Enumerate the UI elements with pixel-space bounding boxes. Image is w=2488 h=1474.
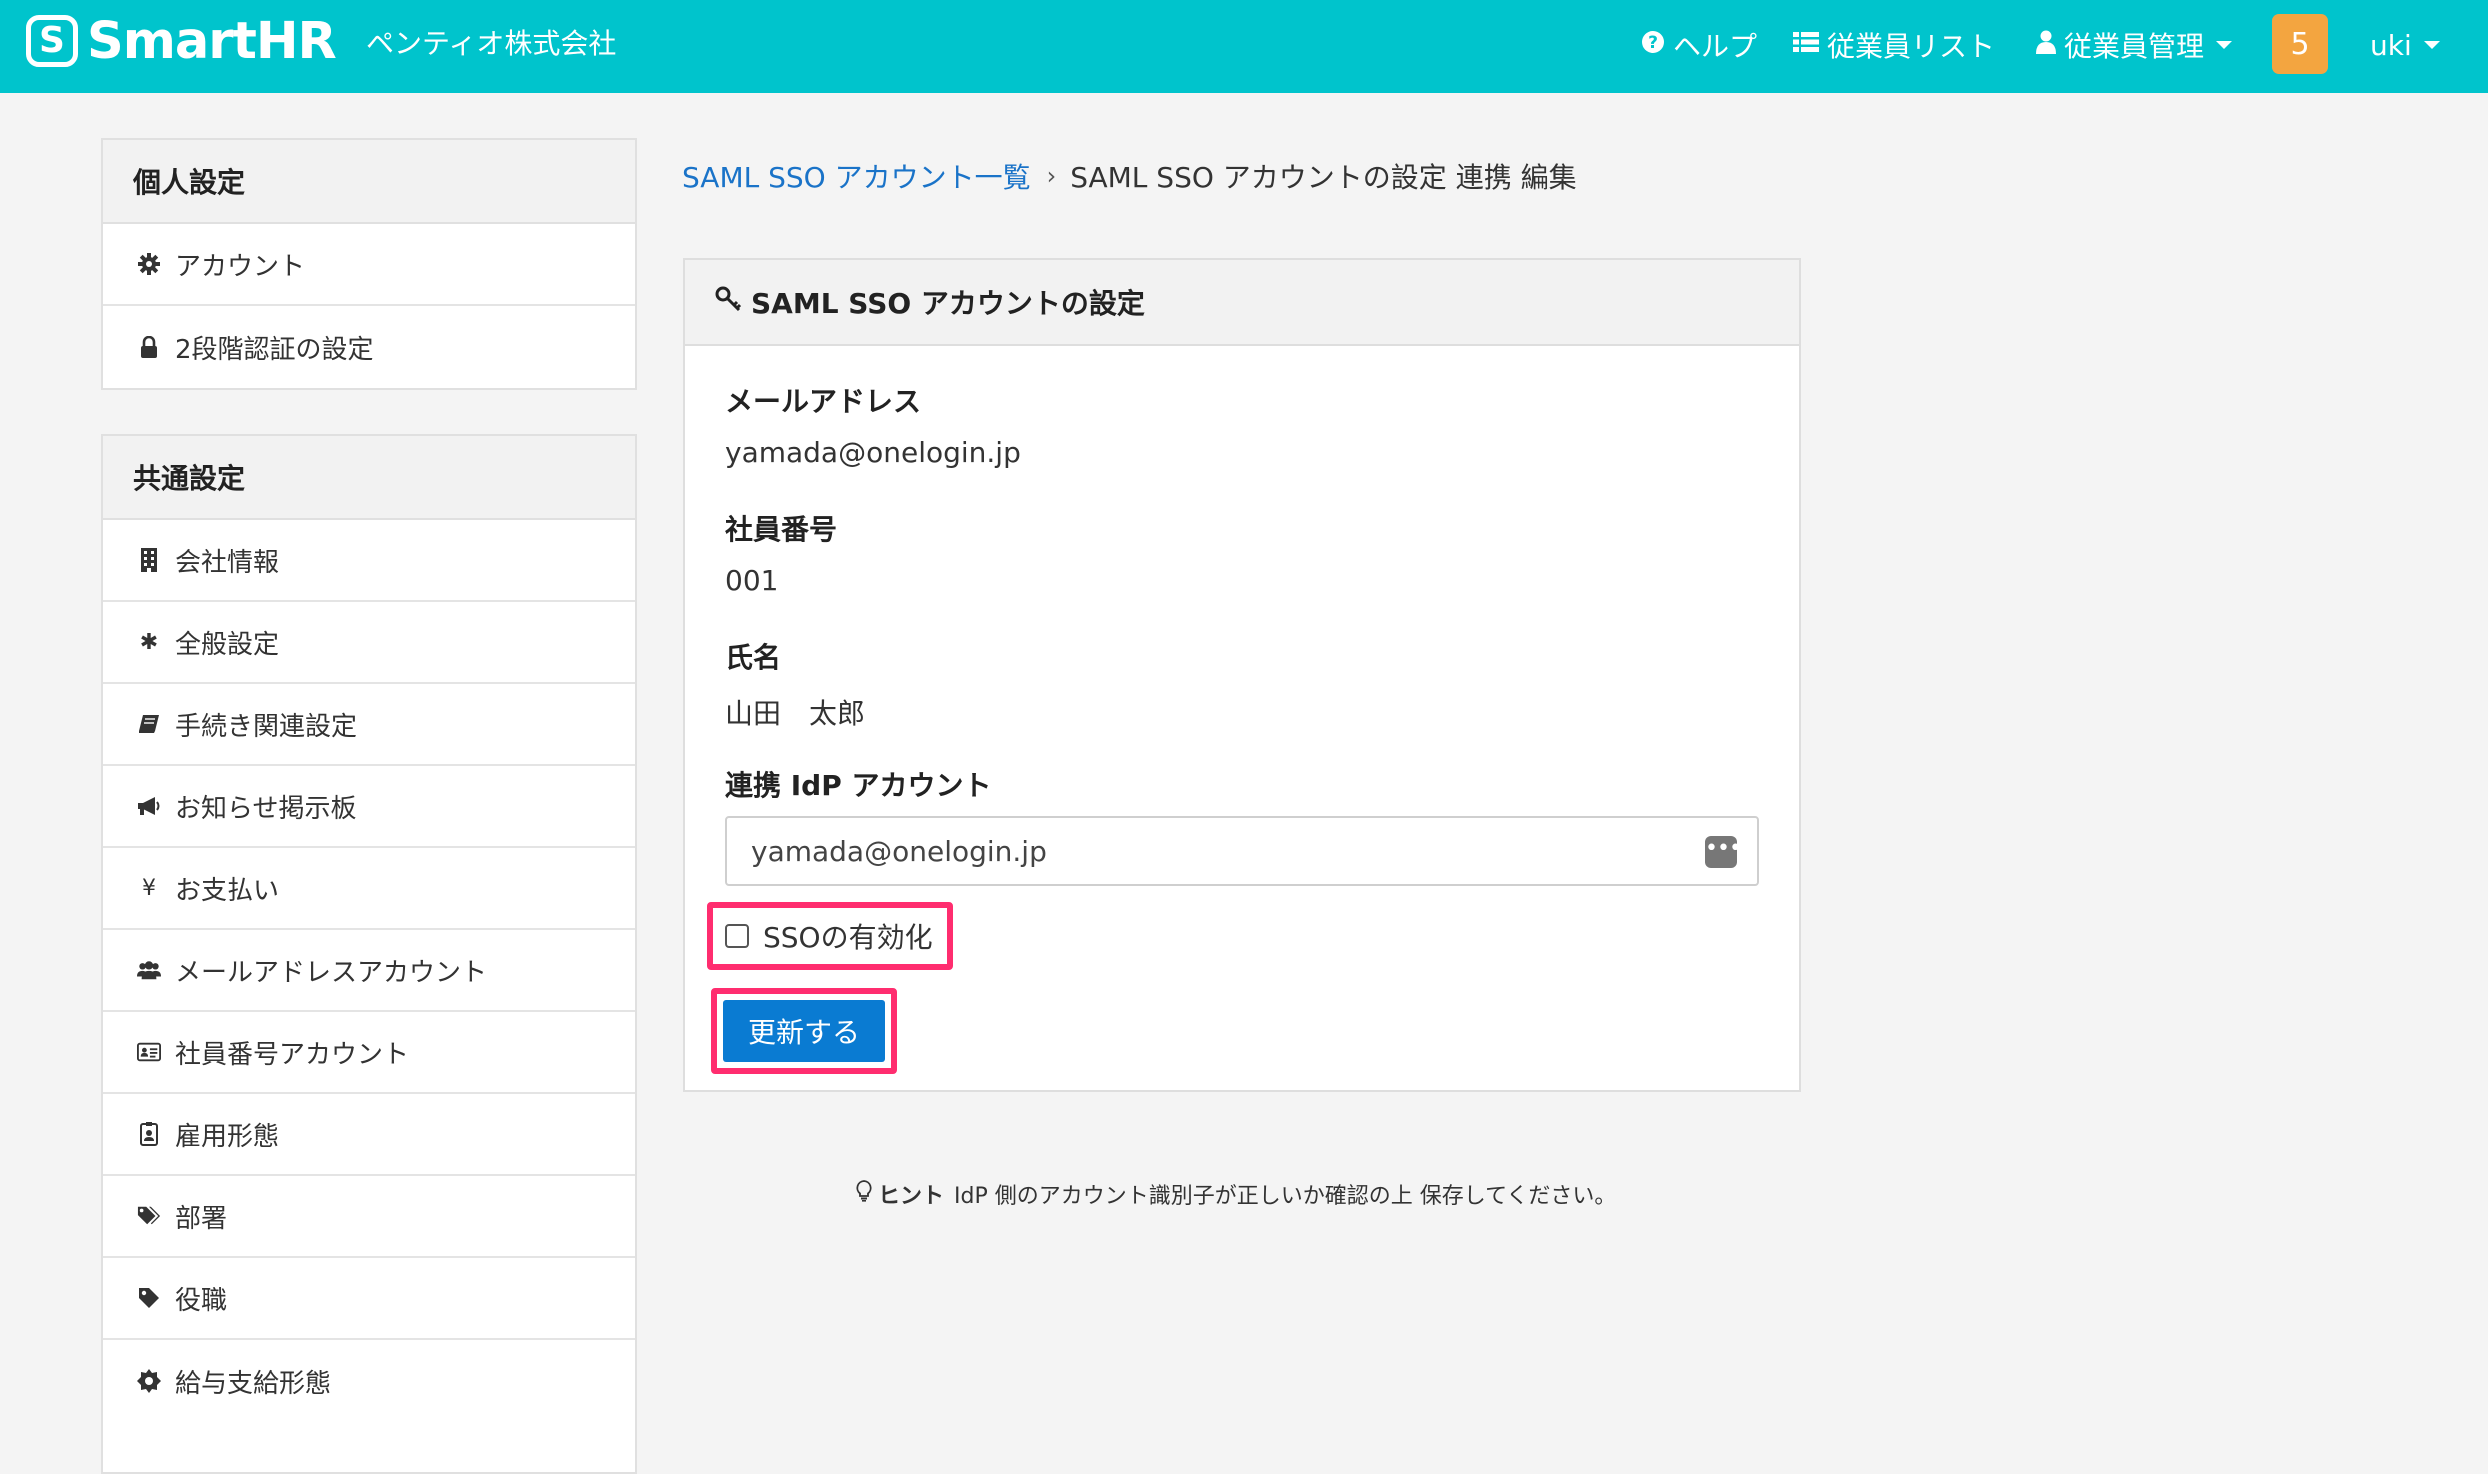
name-value: 山田 太郎 [725, 697, 866, 730]
sidebar-item-label: 2段階認証の設定 [175, 334, 374, 365]
sidebar-item-email-accounts[interactable]: メールアドレスアカウント [103, 930, 635, 1012]
idp-account-label: 連携 IdP アカウント [725, 769, 992, 802]
badge-icon [137, 1122, 161, 1146]
question-circle-icon: ? [1641, 30, 1665, 60]
building-icon [137, 548, 161, 572]
certificate-icon [137, 1369, 161, 1393]
sidebar-item-label: 手続き関連設定 [175, 711, 358, 742]
sidebar-item-employee-no-accounts[interactable]: 社員番号アカウント [103, 1012, 635, 1094]
update-button-highlight: 更新する [711, 988, 897, 1074]
user-name: uki [2370, 28, 2412, 62]
hint-title: ヒント [878, 1184, 945, 1209]
lightbulb-icon [856, 1180, 872, 1208]
sidebar-item-company-info[interactable]: 会社情報 [103, 520, 635, 602]
top-navbar: S SmartHR ペンティオ株式会社 ? ヘルプ 従業員リスト 従業員管理 5… [0, 0, 2488, 93]
employee-list-label: 従業員リスト [1827, 30, 1996, 63]
saml-settings-card: SAML SSO アカウントの設定 メールアドレス yamada@onelogi… [683, 258, 1801, 1092]
employee-list-link[interactable]: 従業員リスト [1793, 22, 1995, 68]
name-label: 氏名 [725, 641, 782, 674]
sidebar-item-department[interactable]: 部署 [103, 1176, 635, 1258]
sidebar-item-general[interactable]: ✱ 全般設定 [103, 602, 635, 684]
update-button[interactable]: 更新する [723, 1000, 885, 1062]
employee-admin-label: 従業員管理 [2064, 30, 2205, 63]
sidebar-item-label: 全般設定 [175, 629, 280, 660]
notification-badge[interactable]: 5 [2272, 14, 2328, 74]
sidebar-item-employment-type[interactable]: 雇用形態 [103, 1094, 635, 1176]
sso-enable-highlight: SSOの有効化 [707, 902, 953, 970]
list-icon [1793, 31, 1819, 59]
card-header: SAML SSO アカウントの設定 [685, 260, 1799, 346]
help-link[interactable]: ? ヘルプ [1641, 22, 1757, 68]
id-card-icon [137, 1040, 161, 1064]
hint-body: IdP 側のアカウント識別子が正しいか確認の上 保存してください。 [954, 1184, 1617, 1209]
employee-admin-dropdown[interactable]: 従業員管理 [2036, 22, 2233, 68]
sidebar-item-label: 雇用形態 [175, 1121, 280, 1152]
yen-icon: ¥ [142, 875, 156, 901]
chevron-down-icon [2216, 41, 2233, 49]
sidebar-item-payment[interactable]: ¥ お支払い [103, 848, 635, 930]
chevron-down-icon [2423, 41, 2440, 49]
common-settings-panel: 共通設定 会社情報 ✱ 全般設定 手続き関連設定 お知らせ掲示板 ¥ お支払い … [101, 434, 637, 1474]
sso-enable-checkbox[interactable] [725, 924, 749, 948]
sidebar-item-two-factor[interactable]: 2段階認証の設定 [103, 306, 635, 388]
svg-text:?: ? [1648, 33, 1658, 53]
users-icon [137, 958, 161, 982]
book-icon [137, 712, 161, 736]
tag-icon [137, 1286, 161, 1310]
sidebar-item-label: 役職 [175, 1285, 228, 1316]
company-name: ペンティオ株式会社 [366, 27, 617, 60]
breadcrumb-link-saml-list[interactable]: SAML SSO アカウント一覧 [682, 156, 1031, 196]
logo-text: SmartHR [87, 11, 337, 71]
common-settings-title: 共通設定 [103, 436, 635, 520]
sidebar-item-label: 部署 [175, 1203, 228, 1234]
sidebar-item-position[interactable]: 役職 [103, 1258, 635, 1340]
breadcrumb: SAML SSO アカウント一覧 › SAML SSO アカウントの設定 連携 … [682, 156, 1577, 196]
hint-text: ヒント IdP 側のアカウント識別子が正しいか確認の上 保存してください。 [856, 1178, 1616, 1210]
sidebar-item-pay-type[interactable]: 給与支給形態 [103, 1340, 635, 1422]
personal-settings-panel: 個人設定 アカウント 2段階認証の設定 [101, 138, 637, 390]
lock-icon [137, 335, 161, 359]
sidebar-item-bulletin[interactable]: お知らせ掲示板 [103, 766, 635, 848]
chevron-right-icon: › [1046, 162, 1057, 190]
employee-number-label: 社員番号 [725, 513, 838, 546]
help-label: ヘルプ [1673, 30, 1758, 63]
user-menu-dropdown[interactable]: uki [2370, 22, 2440, 68]
sidebar-item-label: アカウント [175, 251, 306, 282]
employee-number-value: 001 [725, 564, 779, 597]
sidebar-item-label: メールアドレスアカウント [175, 957, 488, 988]
email-value: yamada@onelogin.jp [725, 436, 1021, 469]
email-label: メールアドレス [725, 385, 922, 418]
sidebar-item-label: 社員番号アカウント [175, 1039, 410, 1070]
user-icon [2036, 30, 2056, 60]
asterisk-icon: ✱ [139, 629, 159, 655]
sso-enable-label[interactable]: SSOの有効化 [763, 916, 933, 956]
idp-account-input[interactable] [725, 816, 1759, 886]
tags-icon [137, 1204, 161, 1228]
megaphone-icon [137, 794, 161, 818]
smarthr-logo[interactable]: S SmartHR [26, 11, 337, 71]
sidebar-item-label: お支払い [175, 875, 280, 906]
personal-settings-title: 個人設定 [103, 140, 635, 224]
breadcrumb-current: SAML SSO アカウントの設定 連携 編集 [1070, 161, 1577, 194]
sidebar-item-procedures[interactable]: 手続き関連設定 [103, 684, 635, 766]
logo-mark-icon: S [26, 15, 78, 67]
gear-icon [137, 252, 161, 276]
key-icon [715, 286, 742, 319]
card-title: SAML SSO アカウントの設定 [751, 287, 1145, 320]
sidebar-item-label: お知らせ掲示板 [175, 793, 357, 824]
sidebar-item-label: 給与支給形態 [175, 1368, 332, 1399]
sidebar-item-account[interactable]: アカウント [103, 224, 635, 306]
password-manager-icon[interactable]: ••• [1705, 836, 1742, 868]
sidebar-item-label: 会社情報 [175, 547, 280, 578]
